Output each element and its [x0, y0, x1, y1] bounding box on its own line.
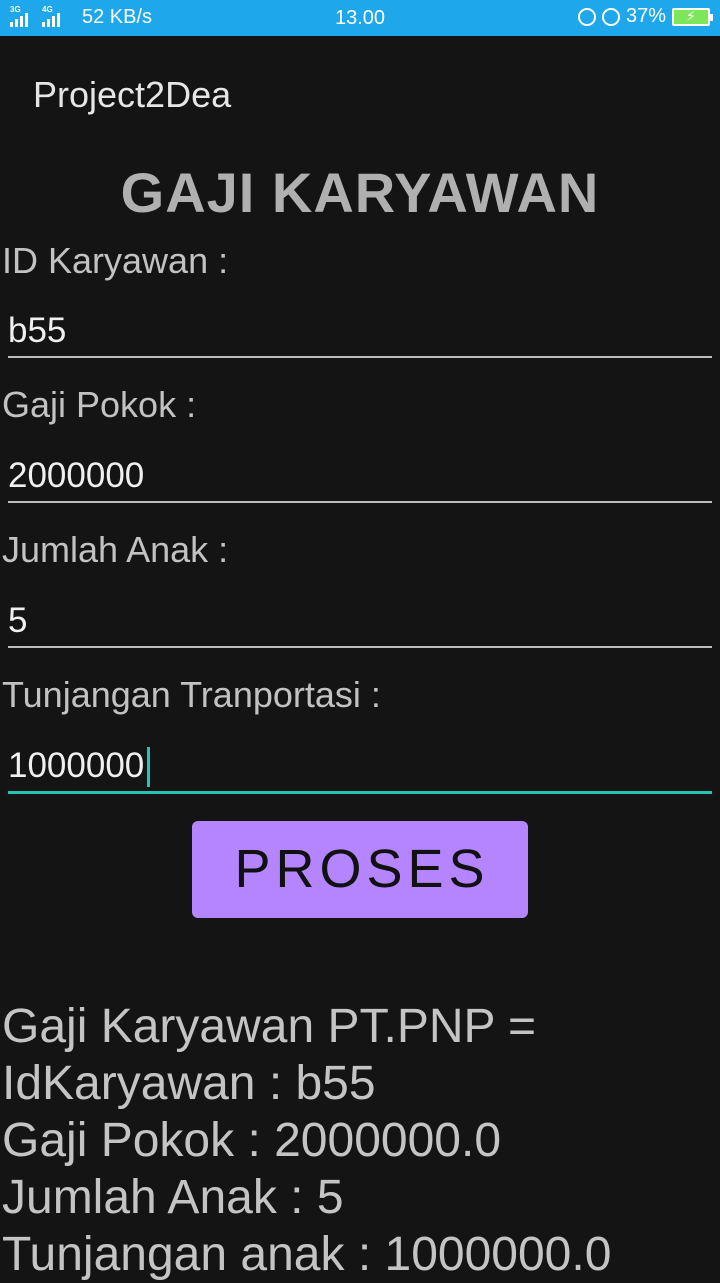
- battery-percent: 37%: [625, 5, 666, 27]
- battery-charging-icon: ⚡: [672, 7, 713, 26]
- id-karyawan-label: ID Karyawan :: [2, 240, 229, 281]
- jumlah-anak-label: Jumlah Anak :: [2, 529, 229, 570]
- jumlah-anak-field-container: [8, 596, 712, 648]
- result-line: Gaji Pokok : 2000000.0: [2, 1114, 502, 1167]
- result-line: Gaji Karyawan PT.PNP =: [2, 1000, 537, 1053]
- result-text: Gaji Karyawan PT.PNP = IdKaryawan : b55 …: [2, 998, 611, 1283]
- result-line: Jumlah Anak : 5: [2, 1171, 344, 1224]
- page-heading: GAJI KARYAWAN: [120, 161, 600, 224]
- tunjangan-field-container: [8, 741, 712, 794]
- result-line: IdKaryawan : b55: [2, 1057, 376, 1110]
- id-karyawan-field-container: [8, 306, 712, 358]
- tunjangan-input[interactable]: [8, 741, 712, 791]
- status-right: 37% ⚡: [577, 5, 713, 28]
- proses-button[interactable]: PROSES: [192, 821, 528, 918]
- alarm-clock-icon: [601, 7, 620, 26]
- jumlah-anak-input[interactable]: [8, 596, 712, 646]
- tunjangan-label: Tunjangan Tranportasi :: [2, 674, 381, 715]
- app-title: Project2Dea: [33, 74, 232, 115]
- text-cursor: [147, 747, 150, 787]
- status-bar: 3G 4G 52 KB/s 13.00 37% ⚡: [0, 0, 720, 36]
- gaji-pokok-label: Gaji Pokok :: [2, 384, 197, 425]
- gaji-pokok-field-container: [8, 451, 712, 503]
- result-line: Tunjangan anak : 1000000.0: [2, 1228, 612, 1281]
- gaji-pokok-input[interactable]: [8, 451, 712, 501]
- rotation-lock-icon: [577, 7, 596, 26]
- id-karyawan-input[interactable]: [8, 306, 712, 356]
